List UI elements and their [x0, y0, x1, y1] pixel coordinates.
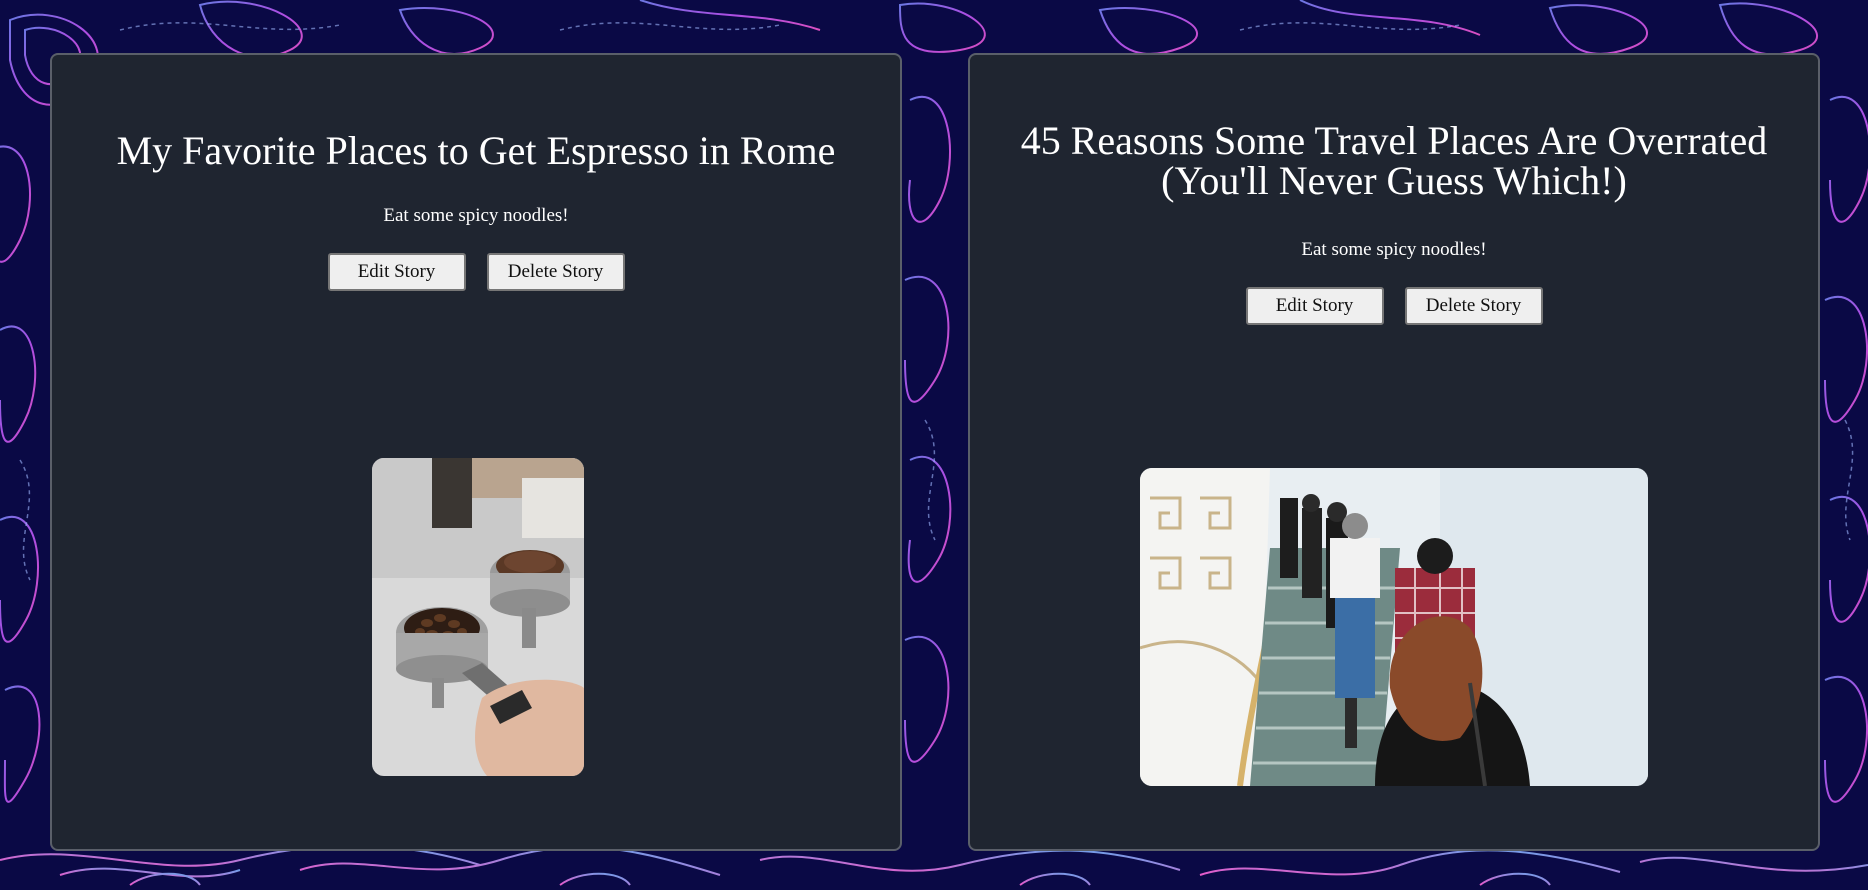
- delete-story-button[interactable]: Delete Story: [486, 253, 625, 291]
- edit-story-button[interactable]: Edit Story: [327, 253, 466, 291]
- story-actions: Edit Story Delete Story: [327, 253, 625, 291]
- story-description: Eat some spicy noodles!: [1301, 239, 1487, 260]
- stairs-photo: [1140, 468, 1648, 786]
- story-description: Eat some spicy noodles!: [383, 205, 569, 226]
- story-title: 45 Reasons Some Travel Places Are Overra…: [1020, 118, 1768, 203]
- edit-story-button[interactable]: Edit Story: [1245, 287, 1384, 325]
- story-title: My Favorite Places to Get Espresso in Ro…: [116, 128, 836, 173]
- story-actions: Edit Story Delete Story: [1245, 287, 1543, 325]
- espresso-photo: [372, 458, 584, 776]
- story-card: My Favorite Places to Get Espresso in Ro…: [50, 53, 902, 851]
- delete-story-button[interactable]: Delete Story: [1404, 287, 1543, 325]
- story-card: 45 Reasons Some Travel Places Are Overra…: [968, 53, 1820, 851]
